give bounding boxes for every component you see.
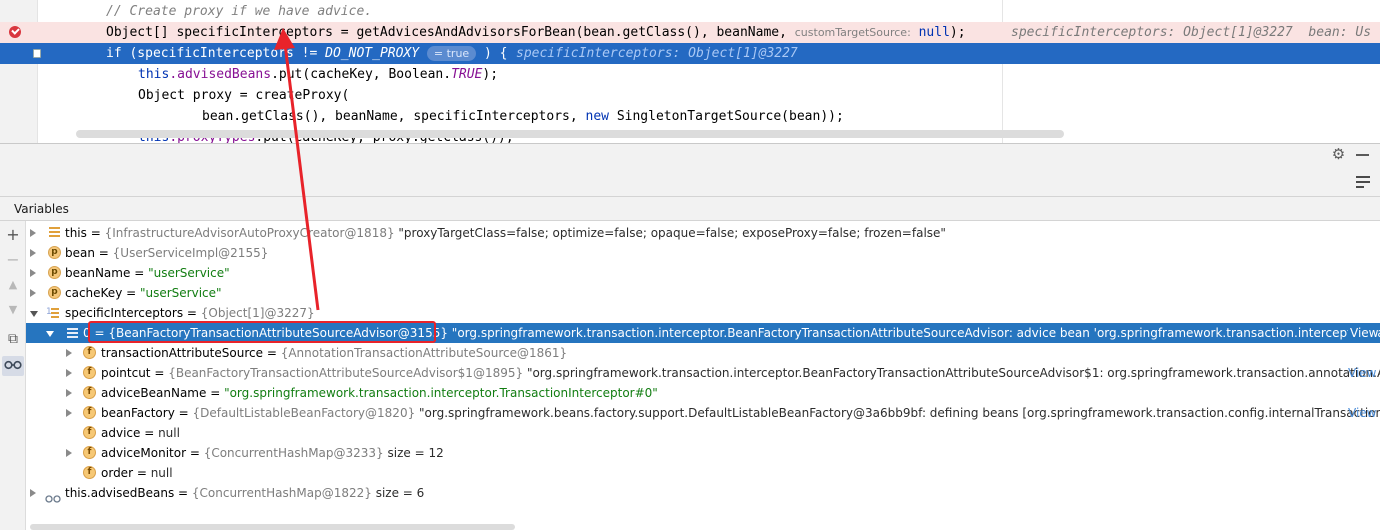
annotation-arrow: [274, 28, 320, 311]
